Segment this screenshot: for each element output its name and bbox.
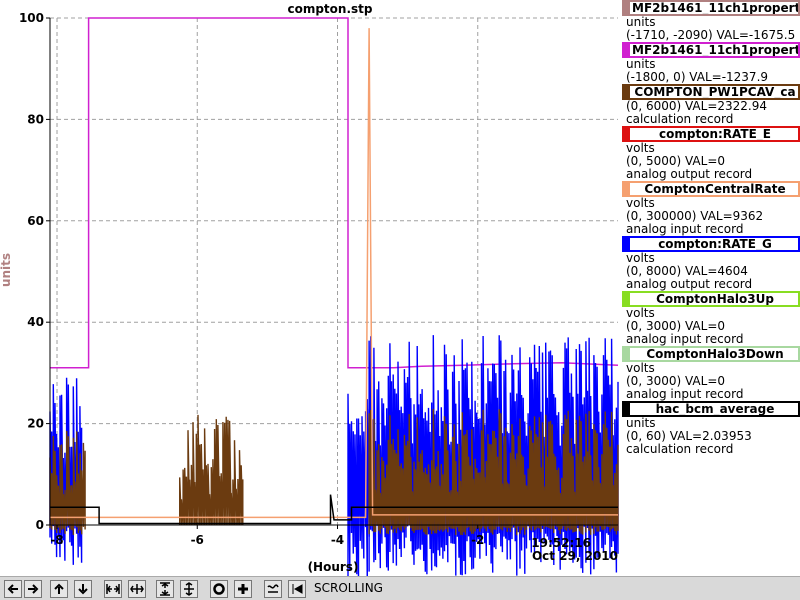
legend-item[interactable]: ComptonHalo3Down volts (0, 3000) VAL=0 anal… (622, 346, 800, 401)
plus-icon (238, 584, 248, 594)
legend-item[interactable]: hac_bcm_average units (0, 60) VAL=2.03953 c… (622, 401, 800, 456)
legend-item[interactable]: COMPTON_PW1PCAV_ca (0, 6000) VAL=2322.94 c… (622, 84, 800, 126)
zoom-out-vertical-icon (184, 582, 194, 596)
scroll-right-icon (28, 584, 39, 594)
x-tick-label: -6 (191, 533, 204, 547)
legend-item[interactable]: ComptonHalo3Up volts (0, 3000) VAL=0 analog… (622, 291, 800, 346)
x-tick-label: -8 (50, 533, 63, 547)
legend-item-name: ComptonHalo3Down (622, 346, 800, 362)
strip-chart: compton.stp 0 20 40 60 80 100 -8 -6 -4 -2 units (… (0, 2, 619, 576)
y-tick-label: 0 (36, 518, 44, 532)
scroll-left-icon (7, 584, 18, 594)
zoom-out-horizontal-icon (130, 584, 144, 594)
scroll-down-icon (78, 584, 88, 595)
legend-item[interactable]: compton:RATE_E volts (0, 5000) VAL=0 analog… (622, 126, 800, 181)
zoom-in-horizontal-button[interactable] (104, 580, 122, 598)
time-label: 19:52:16 (531, 536, 591, 550)
zoom-in-vertical-button[interactable] (156, 580, 174, 598)
circle-button[interactable] (210, 580, 228, 598)
legend-item-detail: (-1800, 0) VAL=-1237.9 (626, 70, 769, 84)
scroll-right-button[interactable] (24, 580, 42, 598)
legend-item-detail: calculation record (626, 442, 734, 456)
scroll-left-button[interactable] (4, 580, 22, 598)
legend-item-name: MF2b1461_11ch1property.F (622, 0, 800, 16)
legend-item-detail: analog input record (626, 222, 744, 236)
legend-item[interactable]: compton:RATE_G volts (0, 8000) VAL=4604 ana… (622, 236, 800, 291)
scroll-up-icon (54, 583, 64, 594)
x-tick-label: -2 (471, 533, 484, 547)
legend-item[interactable]: ComptonCentralRate volts (0, 300000) VAL=9… (622, 181, 800, 236)
legend-item-name: ComptonHalo3Up (622, 291, 800, 307)
x-tick-label: -4 (331, 533, 344, 547)
legend-item[interactable]: MF2b1461_11ch1property.Funits(-1710, -20… (622, 0, 800, 42)
mode-label: SCROLLING (314, 581, 383, 595)
legend-item-detail: analog input record (626, 332, 744, 346)
legend-item-detail: analog input record (626, 387, 744, 401)
legend-item-name: hac_bcm_average (622, 401, 800, 417)
series-line (50, 17, 619, 369)
legend-item[interactable]: MF2b1461_11ch1property.Eunits(-1800, 0) … (622, 42, 800, 84)
y-tick-label: 20 (27, 417, 44, 431)
y-axis-label: units (0, 253, 13, 287)
x-axis-label: (Hours) (308, 560, 359, 574)
legend-item-name: ComptonCentralRate (622, 181, 800, 197)
autoscale-button[interactable] (264, 580, 282, 598)
back-button[interactable] (288, 580, 306, 598)
y-tick-label: 80 (27, 112, 44, 126)
legend-item-name: compton:RATE_G (622, 236, 800, 252)
series-block (179, 414, 244, 526)
back-icon (292, 584, 303, 594)
legend-item-name: COMPTON_PW1PCAV_ca (622, 84, 800, 100)
legend: MF2b1461_11ch1property.Funits(-1710, -20… (622, 0, 800, 456)
scroll-down-button[interactable] (74, 580, 92, 598)
scroll-up-button[interactable] (50, 580, 68, 598)
y-tick-label: 40 (27, 315, 44, 329)
legend-item-detail: analog output record (626, 167, 753, 181)
series-MF2b1461_11ch1property.E (50, 17, 619, 369)
zoom-in-horizontal-icon (106, 584, 120, 594)
legend-item-detail: analog output record (626, 277, 753, 291)
legend-item-detail: calculation record (626, 112, 734, 126)
legend-item-name: MF2b1461_11ch1property.E (622, 42, 800, 58)
toolbar: SCROLLING (0, 576, 800, 600)
chart-title: compton.stp (287, 2, 372, 16)
legend-item-name: compton:RATE_E (622, 126, 800, 142)
y-tick-label: 60 (27, 214, 44, 228)
autoscale-icon (267, 584, 279, 593)
zoom-in-vertical-icon (160, 582, 170, 596)
plus-button[interactable] (234, 580, 252, 598)
date-label: Oct 29, 2010 (532, 549, 618, 563)
zoom-out-vertical-button[interactable] (180, 580, 198, 598)
circle-icon (213, 583, 225, 595)
zoom-out-horizontal-button[interactable] (128, 580, 146, 598)
y-tick-label: 100 (19, 11, 44, 25)
legend-item-detail: (-1710, -2090) VAL=-1675.5 (626, 28, 796, 42)
